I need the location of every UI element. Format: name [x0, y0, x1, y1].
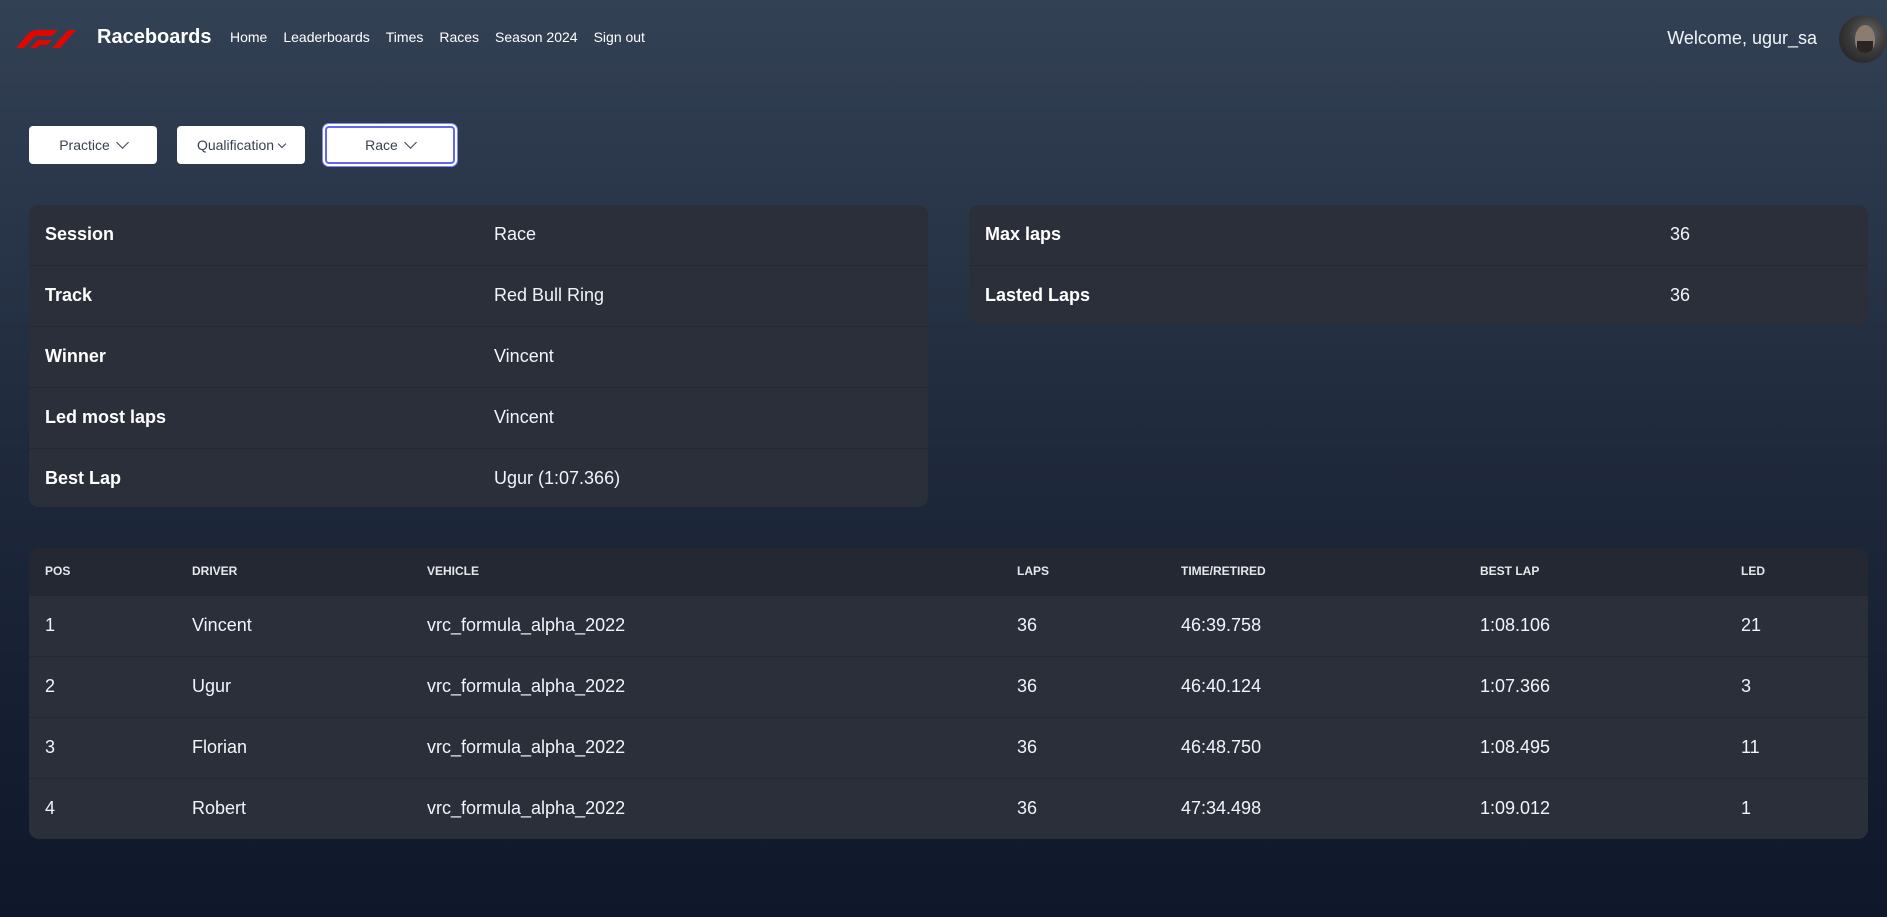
- info-row-track: Track Red Bull Ring: [29, 266, 928, 327]
- practice-dropdown-label: Practice: [59, 137, 110, 153]
- cell-best-lap: 1:09.012: [1480, 798, 1551, 818]
- column-header-time: TIME/RETIRED: [1181, 564, 1266, 578]
- column-header-led: LED: [1741, 564, 1765, 578]
- cell-pos: 4: [45, 798, 56, 818]
- info-label: Best Lap: [45, 468, 122, 488]
- top-bar: Raceboards Home Leaderboards Times Races…: [0, 0, 1887, 76]
- info-label: Winner: [45, 346, 106, 366]
- info-label: Led most laps: [45, 407, 167, 427]
- cell-pos: 3: [45, 737, 56, 757]
- table-row[interactable]: 2 Ugur vrc_formula_alpha_2022 36 46:40.1…: [29, 657, 1868, 718]
- cell-time: 46:39.758: [1181, 615, 1262, 635]
- nav-sign-out-link[interactable]: Sign out: [594, 29, 645, 45]
- main-nav: Home Leaderboards Times Races Season 202…: [230, 29, 645, 45]
- column-header-vehicle: VEHICLE: [427, 564, 480, 578]
- nav-season-link[interactable]: Season 2024: [495, 29, 578, 45]
- table-row[interactable]: 3 Florian vrc_formula_alpha_2022 36 46:4…: [29, 718, 1868, 779]
- info-value: 36: [1670, 285, 1691, 305]
- info-label: Track: [45, 285, 93, 305]
- info-value: Race: [494, 224, 537, 244]
- nav-times-link[interactable]: Times: [386, 29, 424, 45]
- cell-pos: 2: [45, 676, 56, 696]
- cell-vehicle: vrc_formula_alpha_2022: [427, 798, 626, 818]
- info-value: Vincent: [494, 346, 554, 366]
- table-header: POS DRIVER VEHICLE LAPS TIME/RETIRED BES…: [29, 548, 1868, 596]
- brand-title[interactable]: Raceboards: [97, 26, 212, 49]
- chevron-down-icon: [403, 136, 417, 149]
- nav-home-link[interactable]: Home: [230, 29, 267, 45]
- column-header-driver: DRIVER: [192, 564, 238, 578]
- welcome-text: Welcome, ugur_sa: [1667, 28, 1817, 48]
- avatar-beard: [1857, 41, 1873, 53]
- cell-led: 11: [1741, 737, 1760, 757]
- session-info-card: Session Race Track Red Bull Ring Winner …: [29, 205, 928, 507]
- cell-led: 3: [1741, 676, 1752, 696]
- info-row-max-laps: Max laps 36: [969, 205, 1868, 266]
- info-row-lasted-laps: Lasted Laps 36: [969, 266, 1868, 325]
- cell-best-lap: 1:08.495: [1480, 737, 1551, 757]
- cell-laps: 36: [1017, 798, 1038, 818]
- cell-time: 46:48.750: [1181, 737, 1262, 757]
- cell-led: 21: [1741, 615, 1762, 635]
- info-label: Session: [45, 224, 115, 244]
- laps-info-card: Max laps 36 Lasted Laps 36: [969, 205, 1868, 325]
- cell-best-lap: 1:08.106: [1480, 615, 1551, 635]
- race-dropdown-label: Race: [365, 137, 398, 153]
- avatar[interactable]: [1839, 15, 1887, 63]
- qualification-dropdown-label: Qualification: [196, 137, 275, 153]
- info-row-best-lap: Best Lap Ugur (1:07.366): [29, 449, 928, 507]
- info-value: Red Bull Ring: [494, 285, 605, 305]
- race-dropdown[interactable]: Race: [325, 126, 455, 164]
- info-label: Max laps: [985, 224, 1062, 244]
- info-label: Lasted Laps: [985, 285, 1091, 305]
- results-table: POS DRIVER VEHICLE LAPS TIME/RETIRED BES…: [29, 548, 1868, 839]
- cell-driver: Vincent: [192, 615, 252, 635]
- cell-laps: 36: [1017, 676, 1038, 696]
- column-header-best-lap: BEST LAP: [1480, 564, 1540, 578]
- qualification-dropdown[interactable]: Qualification: [177, 126, 305, 164]
- nav-leaderboards-link[interactable]: Leaderboards: [283, 29, 369, 45]
- cell-time: 46:40.124: [1181, 676, 1262, 696]
- chevron-down-icon: [277, 139, 287, 148]
- table-row[interactable]: 1 Vincent vrc_formula_alpha_2022 36 46:3…: [29, 596, 1868, 657]
- cell-laps: 36: [1017, 615, 1038, 635]
- column-header-pos: POS: [45, 564, 71, 578]
- info-row-session: Session Race: [29, 205, 928, 266]
- practice-dropdown[interactable]: Practice: [29, 126, 157, 164]
- info-value: Vincent: [494, 407, 554, 427]
- nav-races-link[interactable]: Races: [439, 29, 479, 45]
- cell-driver: Robert: [192, 798, 247, 818]
- info-value: Ugur (1:07.366): [494, 468, 621, 488]
- column-header-laps: LAPS: [1017, 564, 1050, 578]
- cell-pos: 1: [45, 615, 56, 635]
- cell-driver: Florian: [192, 737, 248, 757]
- info-row-winner: Winner Vincent: [29, 327, 928, 388]
- session-selector: Practice Qualification Race: [29, 126, 455, 164]
- cell-led: 1: [1741, 798, 1752, 818]
- info-row-led-most-laps: Led most laps Vincent: [29, 388, 928, 449]
- cell-vehicle: vrc_formula_alpha_2022: [427, 615, 626, 635]
- cell-vehicle: vrc_formula_alpha_2022: [427, 737, 626, 757]
- f1-logo-icon[interactable]: [14, 28, 78, 48]
- cell-best-lap: 1:07.366: [1480, 676, 1551, 696]
- cell-driver: Ugur: [192, 676, 232, 696]
- info-value: 36: [1670, 224, 1691, 244]
- cell-laps: 36: [1017, 737, 1038, 757]
- cell-time: 47:34.498: [1181, 798, 1262, 818]
- cell-vehicle: vrc_formula_alpha_2022: [427, 676, 626, 696]
- table-row[interactable]: 4 Robert vrc_formula_alpha_2022 36 47:34…: [29, 779, 1868, 839]
- chevron-down-icon: [115, 136, 129, 149]
